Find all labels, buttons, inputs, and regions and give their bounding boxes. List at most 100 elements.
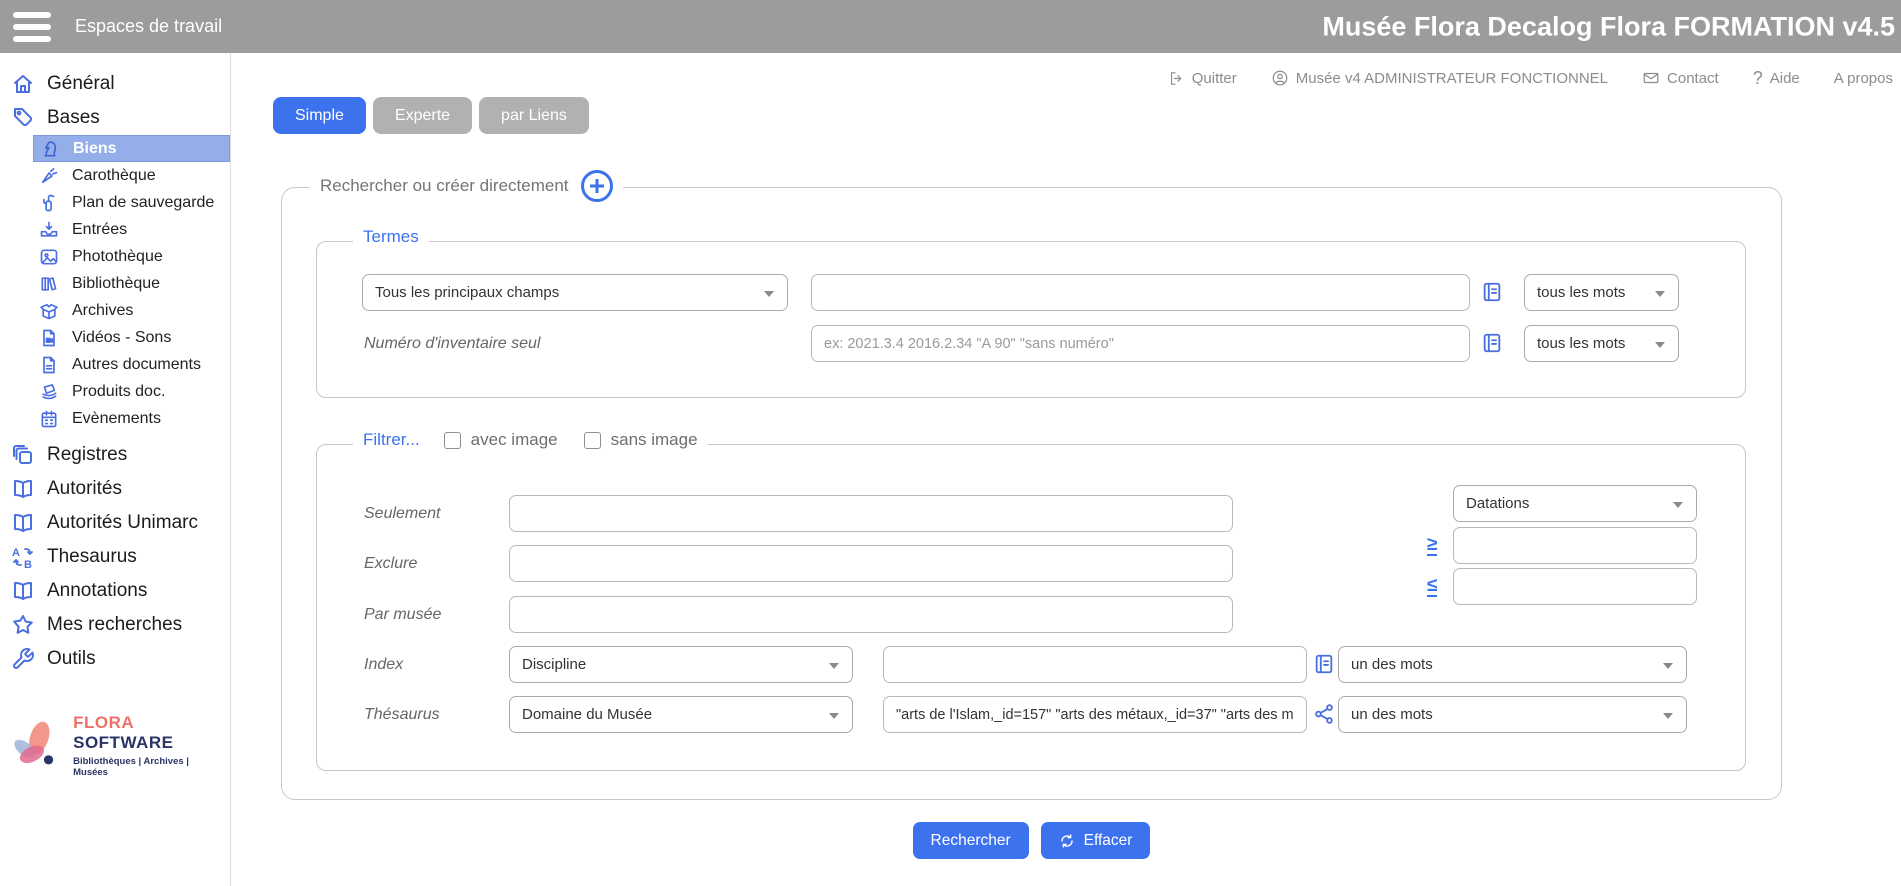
rechercher-button[interactable]: Rechercher bbox=[913, 822, 1029, 859]
datation-max-input[interactable] bbox=[1453, 568, 1697, 605]
sidebar-item-thesaurus[interactable]: AB Thesaurus bbox=[0, 540, 230, 574]
greater-equal-symbol: ≥ bbox=[1427, 535, 1437, 556]
seulement-label: Seulement bbox=[364, 505, 441, 523]
sidebar-item-general[interactable]: Général bbox=[0, 67, 230, 101]
a-propos-link[interactable]: A propos bbox=[1834, 70, 1893, 87]
sidebar-item-biens[interactable]: Biens bbox=[33, 135, 230, 162]
search-create-panel: Rechercher ou créer directement Termes T… bbox=[281, 187, 1782, 800]
dictionary-book-icon[interactable] bbox=[1481, 280, 1503, 304]
exclure-input[interactable] bbox=[509, 545, 1233, 582]
numero-inventaire-input[interactable] bbox=[811, 325, 1470, 362]
sidebar-item-phototheque[interactable]: Photothèque bbox=[33, 243, 230, 270]
wrench-icon bbox=[11, 647, 35, 671]
tab-experte[interactable]: Experte bbox=[373, 97, 472, 134]
chevron-down-icon bbox=[1655, 342, 1665, 348]
index-label: Index bbox=[364, 656, 403, 674]
hamburger-menu-icon[interactable] bbox=[13, 12, 53, 42]
page: Espaces de travail Musée Flora Decalog F… bbox=[0, 0, 1901, 886]
sidebar-item-carotheque[interactable]: Carothèque bbox=[33, 162, 230, 189]
main-search-input[interactable] bbox=[811, 274, 1470, 311]
sidebar-item-entrees[interactable]: Entrées bbox=[33, 216, 230, 243]
sidebar-item-outils[interactable]: Outils bbox=[0, 642, 230, 676]
topbar: Espaces de travail Musée Flora Decalog F… bbox=[0, 0, 1901, 53]
index-field-select[interactable]: Discipline bbox=[509, 646, 853, 683]
chevron-down-icon bbox=[1663, 713, 1673, 719]
logout-icon bbox=[1168, 70, 1185, 87]
par-musee-input[interactable] bbox=[509, 596, 1233, 633]
filtrer-legend: Filtrer... bbox=[363, 430, 420, 450]
carrot-icon bbox=[39, 166, 59, 186]
panel-legend: Rechercher ou créer directement bbox=[320, 176, 569, 196]
sidebar-item-produits-doc[interactable]: Produits doc. bbox=[33, 378, 230, 405]
chevron-down-icon bbox=[1655, 291, 1665, 297]
star-icon bbox=[11, 613, 35, 637]
flora-flower-icon bbox=[8, 715, 65, 777]
thesaurus-word-mode-select[interactable]: un des mots bbox=[1338, 696, 1687, 733]
refresh-icon bbox=[1059, 833, 1075, 849]
library-books-icon bbox=[39, 274, 59, 294]
search-mode-tabs: Simple Experte par Liens bbox=[273, 97, 589, 134]
thesaurus-value-input[interactable] bbox=[883, 696, 1307, 733]
chevron-down-icon bbox=[829, 663, 839, 669]
less-equal-symbol: ≤ bbox=[1427, 576, 1437, 597]
chevron-down-icon bbox=[829, 713, 839, 719]
sidebar-item-evenements[interactable]: Evènements bbox=[33, 405, 230, 432]
chess-knight-icon bbox=[40, 139, 60, 159]
create-plus-button[interactable] bbox=[581, 170, 613, 202]
par-musee-label: Par musée bbox=[364, 606, 441, 624]
filtrer-section: Filtrer... avec image sans image Seuleme… bbox=[316, 444, 1746, 771]
chevron-down-icon bbox=[764, 291, 774, 297]
index-word-mode-select[interactable]: un des mots bbox=[1338, 646, 1687, 683]
user-circle-icon bbox=[1271, 69, 1289, 87]
datation-min-input[interactable] bbox=[1453, 527, 1697, 564]
sans-image-checkbox[interactable]: sans image bbox=[584, 430, 698, 450]
sidebar-item-autres-documents[interactable]: Autres documents bbox=[33, 351, 230, 378]
avec-image-checkbox[interactable]: avec image bbox=[444, 430, 558, 450]
index-value-input[interactable] bbox=[883, 646, 1307, 683]
sidebar-item-videos-sons[interactable]: Vidéos - Sons bbox=[33, 324, 230, 351]
sidebar-item-autorites[interactable]: Autorités bbox=[0, 472, 230, 506]
dictionary-book-icon[interactable] bbox=[1313, 652, 1335, 676]
effacer-button[interactable]: Effacer bbox=[1041, 822, 1151, 859]
datations-select[interactable]: Datations bbox=[1453, 485, 1697, 522]
copies-icon bbox=[11, 443, 35, 467]
tag-icon bbox=[11, 106, 35, 130]
logo-brand2: SOFTWARE bbox=[73, 733, 173, 752]
thesaurus-field-select[interactable]: Domaine du Musée bbox=[509, 696, 853, 733]
svg-text:B: B bbox=[24, 559, 32, 569]
calendar-icon bbox=[39, 409, 59, 429]
seulement-input[interactable] bbox=[509, 495, 1233, 532]
checkbox-icon[interactable] bbox=[584, 432, 601, 449]
logo-brand1: FLORA bbox=[73, 713, 133, 732]
user-account-link[interactable]: Musée v4 ADMINISTRATEUR FONCTIONNEL bbox=[1271, 69, 1608, 87]
tab-par-liens[interactable]: par Liens bbox=[479, 97, 589, 134]
video-file-icon bbox=[39, 328, 59, 348]
sidebar-item-registres[interactable]: Registres bbox=[0, 438, 230, 472]
sidebar-item-archives[interactable]: Archives bbox=[33, 297, 230, 324]
sidebar-item-bibliotheque[interactable]: Bibliothèque bbox=[33, 270, 230, 297]
utility-bar: Quitter Musée v4 ADMINISTRATEUR FONCTION… bbox=[231, 64, 1901, 92]
termes-section: Termes Tous les principaux champs tous l… bbox=[316, 241, 1746, 398]
workspace-label: Espaces de travail bbox=[75, 16, 222, 37]
hierarchy-share-icon[interactable] bbox=[1313, 702, 1335, 726]
field-scope-select[interactable]: Tous les principaux champs bbox=[362, 274, 788, 311]
sidebar-item-mes-recherches[interactable]: Mes recherches bbox=[0, 608, 230, 642]
word-mode-select-1[interactable]: tous les mots bbox=[1524, 274, 1679, 311]
sidebar-item-autorites-unimarc[interactable]: Autorités Unimarc bbox=[0, 506, 230, 540]
contact-link[interactable]: Contact bbox=[1642, 69, 1719, 87]
svg-text:A: A bbox=[12, 547, 20, 559]
sidebar-item-annotations[interactable]: Annotations bbox=[0, 574, 230, 608]
app-title: Musée Flora Decalog Flora FORMATION v4.5 bbox=[1322, 11, 1895, 42]
sidebar-item-bases[interactable]: Bases bbox=[0, 101, 230, 135]
word-mode-select-2[interactable]: tous les mots bbox=[1524, 325, 1679, 362]
checkbox-icon[interactable] bbox=[444, 432, 461, 449]
tab-simple[interactable]: Simple bbox=[273, 97, 366, 134]
quitter-link[interactable]: Quitter bbox=[1168, 70, 1237, 87]
open-book-icon bbox=[11, 511, 35, 535]
sidebar-item-plan-sauvegarde[interactable]: Plan de sauvegarde bbox=[33, 189, 230, 216]
flora-software-logo: FLORA SOFTWARE Bibliothèques | Archives … bbox=[8, 713, 226, 778]
aide-link[interactable]: ? Aide bbox=[1753, 68, 1800, 89]
dictionary-book-icon[interactable] bbox=[1481, 331, 1503, 355]
logo-tagline: Bibliothèques | Archives | Musées bbox=[73, 756, 226, 778]
question-mark-icon: ? bbox=[1753, 68, 1763, 89]
